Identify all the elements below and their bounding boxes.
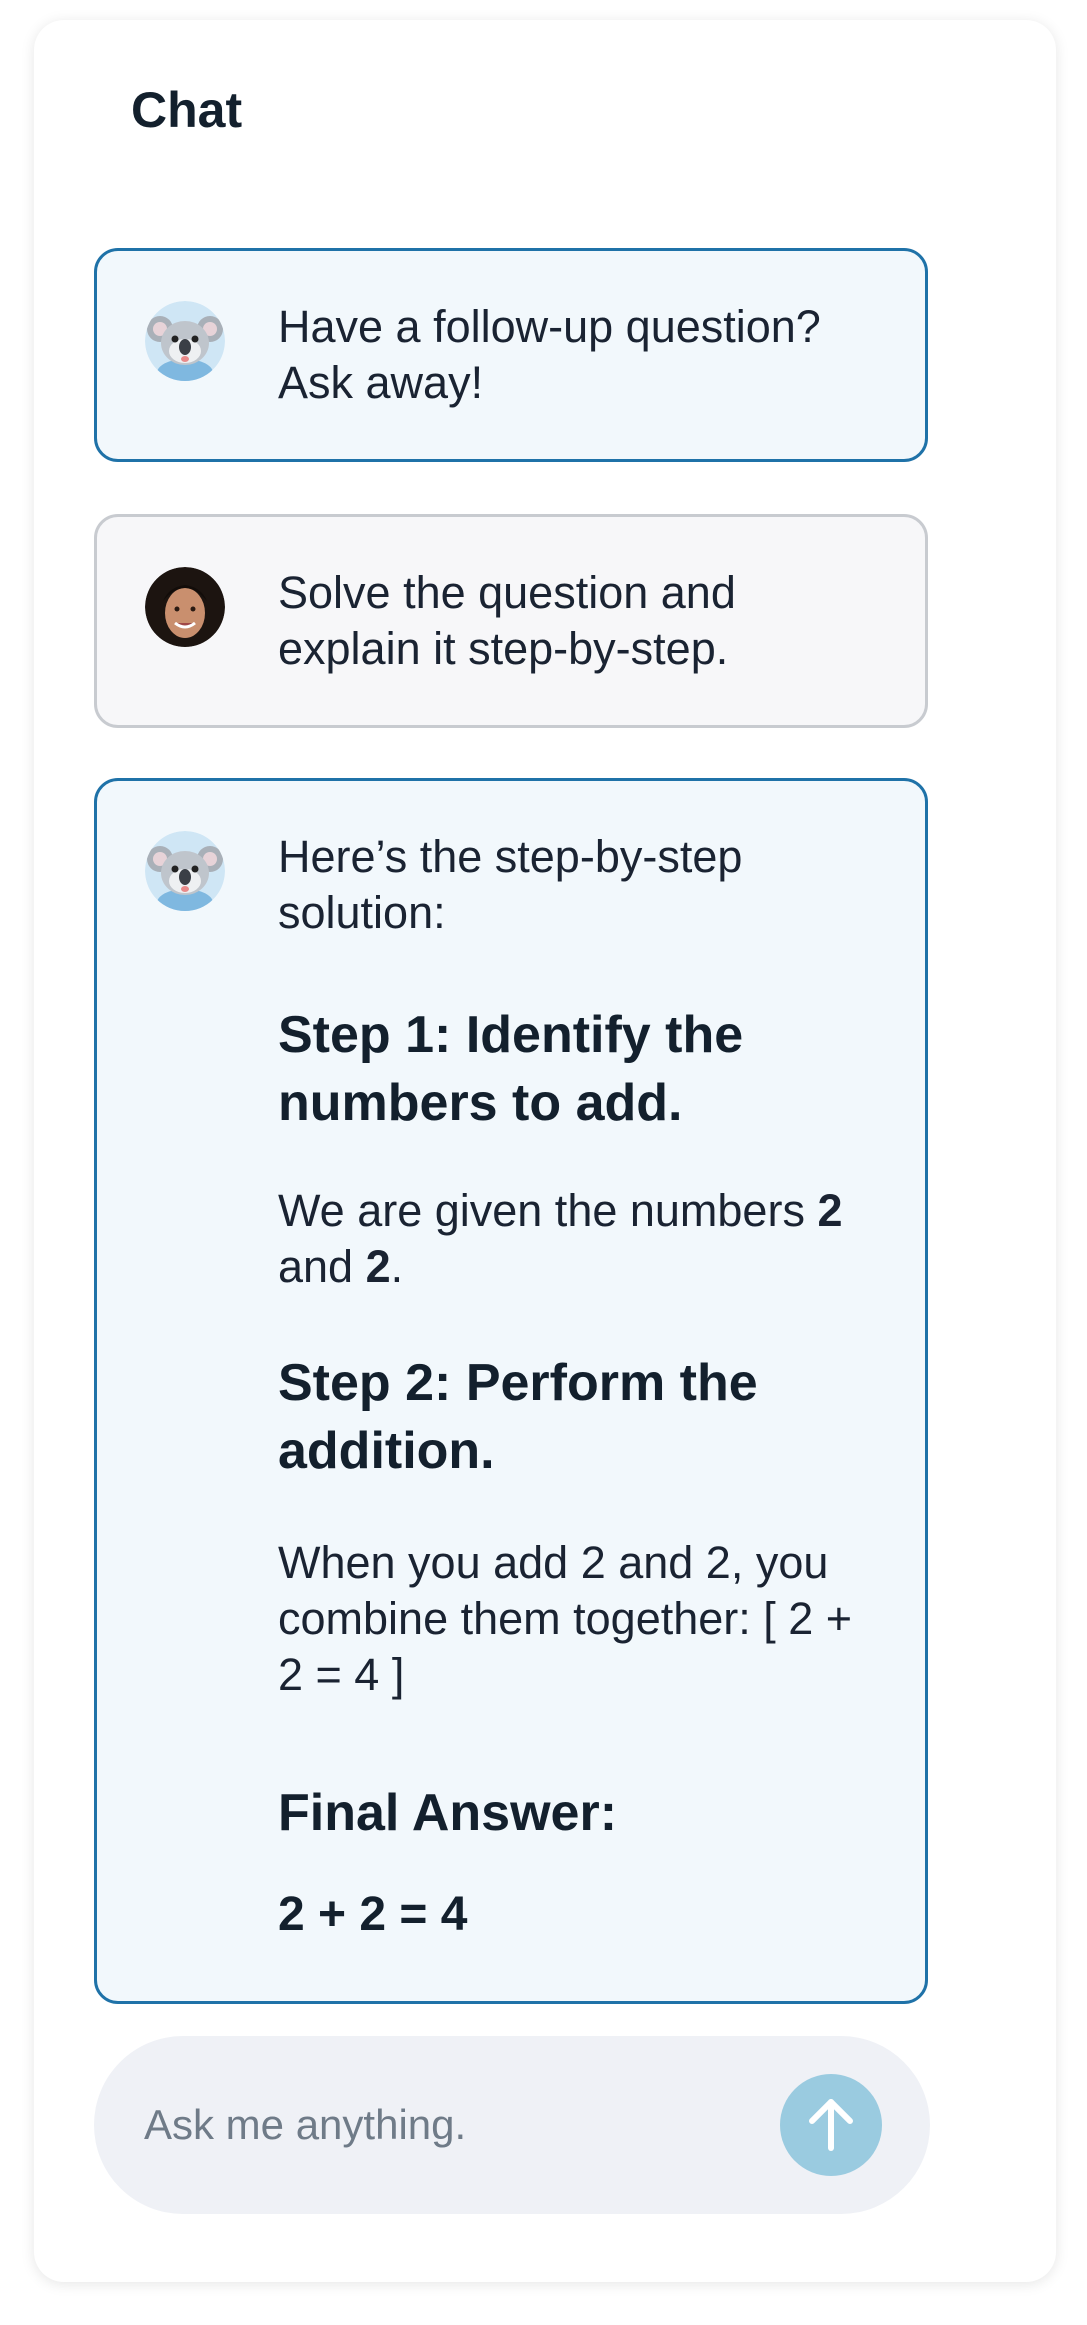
page-title: Chat bbox=[131, 82, 243, 138]
solution-intro: Here’s the step-by-step solution: bbox=[278, 831, 743, 938]
final-answer-heading: Final Answer: bbox=[278, 1784, 618, 1842]
koala-avatar-icon bbox=[145, 831, 225, 911]
koala-avatar-icon bbox=[145, 301, 225, 381]
message-input[interactable] bbox=[144, 2086, 764, 2164]
assistant-solution-message: Here’s the step-by-step solution: Step 1… bbox=[94, 778, 928, 2004]
message-text: Solve the question and explain it step-b… bbox=[278, 567, 736, 674]
arrow-up-icon bbox=[809, 2099, 853, 2151]
send-button[interactable] bbox=[780, 2074, 882, 2176]
step-2-text: When you add 2 and 2, you combine them t… bbox=[278, 1537, 853, 1700]
user-message: Solve the question and explain it step-b… bbox=[94, 514, 928, 728]
step-2-heading: Step 2: Perform the addition. bbox=[278, 1354, 758, 1480]
step-1-text: We are given the numbers 2 and 2. bbox=[278, 1185, 843, 1292]
user-avatar-icon bbox=[145, 567, 225, 647]
message-composer bbox=[94, 2036, 930, 2214]
assistant-message: Have a follow-up question? Ask away! bbox=[94, 248, 928, 462]
final-answer-value: 2 + 2 = 4 bbox=[278, 1888, 468, 1941]
step-1-heading: Step 1: Identify the numbers to add. bbox=[278, 1006, 744, 1132]
message-text: Have a follow-up question? Ask away! bbox=[278, 301, 821, 408]
